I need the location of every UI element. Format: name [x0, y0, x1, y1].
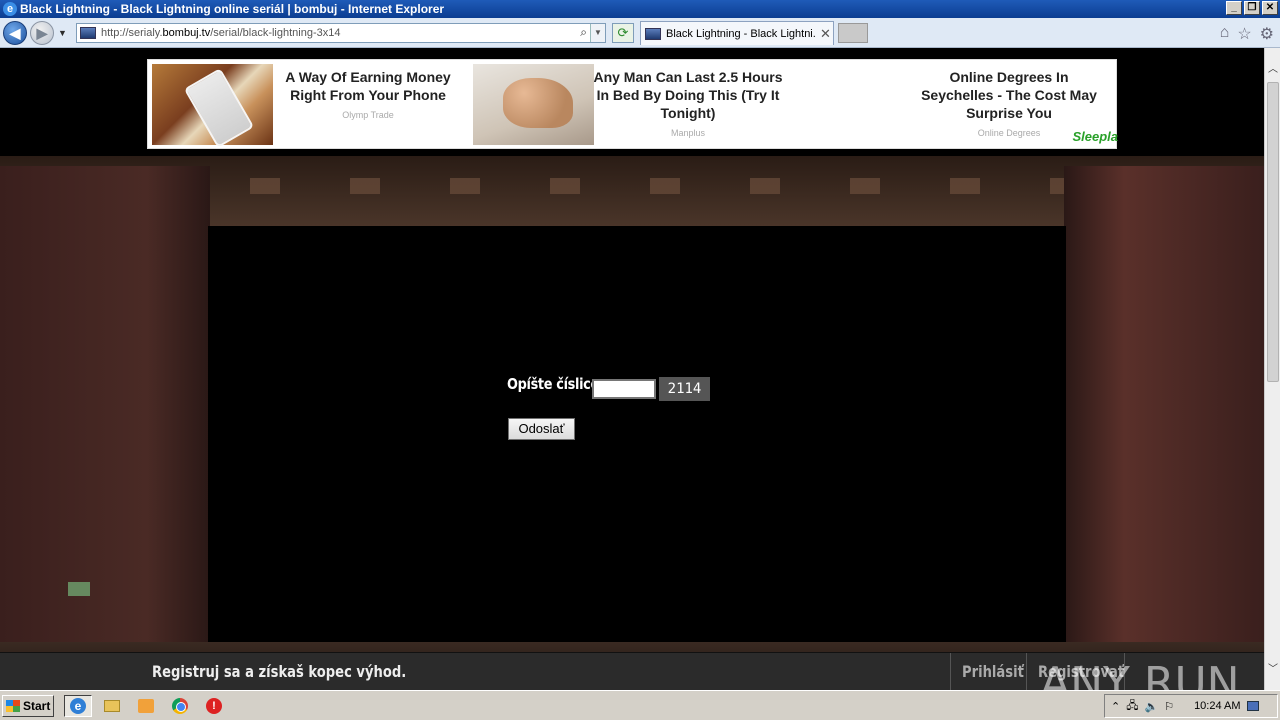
url-path: /serial/black-lightning-3x14 — [210, 27, 341, 39]
scroll-down-icon[interactable]: ﹀ — [1265, 662, 1280, 678]
url-prefix: http://serialy. — [101, 27, 163, 39]
volume-icon[interactable]: 🔈 — [1144, 700, 1158, 713]
browser-right-icons: ⌂ ☆ ⚙ — [1220, 24, 1274, 44]
red-app-icon: ! — [206, 698, 222, 714]
ad-item-man-plus[interactable]: Any Man Can Last 2.5 Hours In Bed By Doi… — [470, 60, 790, 150]
url-host: bombuj.tv — [162, 27, 211, 39]
browser-toolbar: ◀ ▶ ▼ http://serialy. bombuj.tv/serial/bl… — [0, 18, 1280, 48]
ad-item-earning-money[interactable]: A Way Of Earning Money Right From Your P… — [148, 60, 468, 150]
tools-gear-icon[interactable]: ⚙ — [1260, 24, 1274, 44]
ad-image-phone[interactable] — [152, 64, 273, 145]
restore-button[interactable]: ❐ — [1244, 1, 1260, 15]
ad-image-couple[interactable] — [473, 64, 594, 145]
tab-label: Black Lightning - Black Lightni... — [666, 27, 816, 40]
theater-background — [0, 156, 1264, 690]
register-link[interactable]: Registrovať — [1038, 662, 1124, 681]
favorites-star-icon[interactable]: ☆ — [1237, 24, 1251, 44]
forward-button[interactable]: ▶ — [30, 21, 54, 45]
screen: e Black Lightning - Black Lightning onli… — [0, 0, 1280, 720]
scroll-up-icon[interactable]: ︿ — [1265, 62, 1280, 78]
ie-icon: e — [3, 2, 17, 16]
home-icon[interactable]: ⌂ — [1220, 24, 1230, 44]
ad-source: Olymp Trade — [342, 110, 394, 120]
submit-button[interactable]: Odoslať — [508, 418, 575, 440]
divider — [1124, 653, 1125, 690]
start-button[interactable]: Start — [2, 695, 54, 717]
site-footer-bar: Registruj sa a získaš kopec výhod. Prihl… — [0, 652, 1264, 690]
history-dropdown-icon[interactable]: ▼ — [58, 28, 67, 38]
clock[interactable]: 10:24 AM — [1194, 700, 1240, 712]
ad-title[interactable]: Any Man Can Last 2.5 Hours In Bed By Doi… — [592, 68, 784, 122]
chrome-icon — [172, 698, 188, 714]
compatibility-refresh-button[interactable]: ⟳ — [612, 23, 634, 43]
ceiling-lights — [180, 178, 1080, 194]
close-button[interactable]: ✕ — [1262, 1, 1278, 15]
divider — [950, 653, 951, 690]
window-titlebar: e Black Lightning - Black Lightning onli… — [0, 0, 1280, 18]
network-icon[interactable]: 🖧 — [1126, 697, 1138, 716]
video-screen — [208, 226, 1066, 644]
captcha-input[interactable] — [592, 379, 656, 399]
captcha-code-image: 2114 — [659, 377, 710, 401]
windows-flag-icon — [6, 700, 20, 712]
minimize-button[interactable]: _ — [1226, 1, 1242, 15]
captcha-label: Opíšte číslice: — [507, 375, 604, 393]
window-controls: _ ❐ ✕ — [1226, 1, 1278, 15]
back-button[interactable]: ◀ — [3, 21, 27, 45]
taskbar-media-player-button[interactable] — [132, 695, 160, 717]
address-bar[interactable]: http://serialy. bombuj.tv/serial/black-li… — [76, 23, 606, 43]
tab-favicon-icon — [645, 27, 661, 40]
ad-title[interactable]: A Way Of Earning Money Right From Your P… — [278, 68, 458, 104]
ad-title[interactable]: Online Degrees In Seychelles - The Cost … — [913, 68, 1105, 122]
login-link[interactable]: Prihlásiť — [962, 662, 1024, 681]
taskbar-explorer-button[interactable] — [98, 695, 126, 717]
ad-banner[interactable]: A Way Of Earning Money Right From Your P… — [147, 59, 1118, 150]
tray-expand-icon[interactable]: ⌃ — [1111, 700, 1120, 713]
start-label: Start — [23, 699, 51, 713]
windows-taskbar: Start e ! ⌃ 🖧 🔈 ⚐ 10:24 AM — [0, 690, 1280, 720]
left-curtain-wall — [0, 166, 210, 690]
register-promo-text: Registruj sa a získaš kopec výhod. — [152, 662, 407, 681]
page-content: A Way Of Earning Money Right From Your P… — [0, 48, 1264, 690]
action-center-flag-icon[interactable]: ⚐ — [1164, 700, 1174, 713]
tab-close-icon[interactable]: ✕ — [820, 26, 831, 42]
page-favicon-icon — [80, 27, 96, 39]
taskbar-chrome-button[interactable] — [166, 695, 194, 717]
address-dropdown-icon[interactable]: ▼ — [590, 24, 605, 42]
scroll-thumb[interactable] — [1267, 82, 1279, 382]
new-tab-button[interactable] — [838, 23, 868, 43]
divider — [1026, 653, 1027, 690]
taskbar-red-app-button[interactable]: ! — [200, 695, 228, 717]
internet-explorer-icon: e — [70, 698, 86, 714]
vertical-scrollbar[interactable]: ︿ ﹀ — [1264, 48, 1280, 690]
show-desktop-icon[interactable] — [1246, 701, 1259, 711]
folder-icon — [104, 700, 120, 712]
system-tray: ⌃ 🖧 🔈 ⚐ 10:24 AM — [1104, 694, 1278, 718]
sleepla-logo: Sleepla — [1072, 129, 1118, 144]
ad-item-online-degrees[interactable]: Online Degrees In Seychelles - The Cost … — [798, 60, 1118, 150]
tab-black-lightning[interactable]: Black Lightning - Black Lightni... ✕ — [640, 21, 834, 45]
window-title: Black Lightning - Black Lightning online… — [20, 2, 445, 16]
taskbar-ie-button[interactable]: e — [64, 695, 92, 717]
search-icon[interactable]: ⌕ — [580, 25, 587, 40]
ad-source: Manplus — [670, 128, 706, 138]
exit-sign — [68, 582, 90, 596]
media-player-icon — [138, 699, 154, 713]
right-curtain-wall — [1064, 166, 1264, 690]
